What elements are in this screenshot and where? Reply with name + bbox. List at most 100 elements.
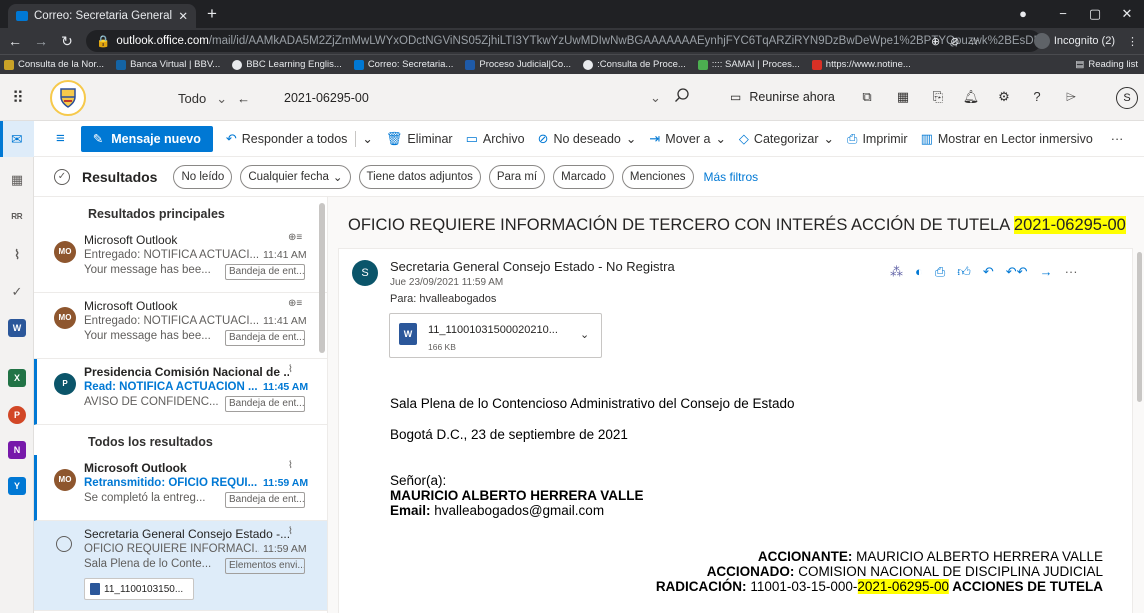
bookmark-label: Consulta de la Nor...: [18, 59, 105, 70]
bookmark-item[interactable]: Proceso Judicial|Co...: [465, 59, 571, 70]
url-path: /mail/id/AAMkADA5M2ZjZmMwLWYxODctNGViNS0…: [208, 35, 1041, 47]
printer-icon[interactable]: ⎙: [935, 264, 945, 280]
message-list-scrollbar[interactable]: [319, 203, 325, 353]
reply-icon[interactable]: ↶: [983, 264, 994, 280]
outlook-header: ⠿ Todo ⌄ ← 2021-06295-00 ⌄ ▭ Reunirse ah…: [0, 74, 1144, 121]
message-row-selected[interactable]: Secretaria General Consejo Estado -... ⌇…: [34, 521, 327, 611]
move-to-button[interactable]: ⇥ Mover a ⌄: [649, 131, 726, 147]
teams-share-icon[interactable]: ⁂: [890, 264, 903, 280]
message-sender: Microsoft Outlook: [84, 233, 178, 247]
filter-chip-flagged[interactable]: Marcado: [553, 164, 614, 189]
calendar-icon[interactable]: ▦: [8, 171, 26, 189]
print-button[interactable]: ⎙ Imprimir: [847, 131, 908, 147]
url-field[interactable]: 🔒 outlook.office.com /mail/id/AAMkADA5M2…: [86, 30, 1041, 52]
reading-pane-scrollbar[interactable]: [1137, 252, 1142, 402]
app-launcher-icon[interactable]: ⠿: [12, 88, 24, 108]
bell-icon[interactable]: 🔔︎: [962, 89, 980, 107]
word-app-icon[interactable]: W: [8, 319, 26, 337]
select-message-checkbox[interactable]: [56, 536, 72, 552]
bookmark-item[interactable]: Banca Virtual | BBV...: [116, 59, 220, 70]
gear-icon[interactable]: ⚙: [995, 89, 1013, 107]
attachment-chip[interactable]: 11_1100103150...: [84, 578, 194, 600]
bookmark-item[interactable]: BBC Learning Englis...: [232, 59, 342, 70]
search-options-chevron-icon[interactable]: ⌄: [650, 90, 661, 106]
teams-icon[interactable]: ⧉: [858, 89, 876, 107]
bookmark-item[interactable]: :Consulta de Proce...: [583, 59, 686, 70]
excel-app-icon[interactable]: X: [8, 369, 26, 387]
help-icon[interactable]: ?: [1028, 89, 1046, 107]
archive-button[interactable]: ▭ Archivo: [466, 131, 525, 147]
more-actions-button[interactable]: ···: [1111, 132, 1124, 146]
zoom-icon[interactable]: ⊕: [931, 35, 940, 48]
search-box[interactable]: [172, 84, 708, 112]
meet-now-button[interactable]: ▭ Reunirse ahora: [730, 90, 835, 104]
reload-icon[interactable]: ↻: [56, 30, 78, 52]
hamburger-menu-icon[interactable]: ≡: [56, 130, 65, 147]
my-day-icon[interactable]: ⎘: [929, 89, 947, 107]
back-icon[interactable]: ←: [4, 30, 26, 52]
more-filters-link[interactable]: Más filtros: [704, 170, 759, 184]
powerpoint-app-icon[interactable]: P: [8, 406, 26, 424]
search-input[interactable]: 2021-06295-00: [284, 91, 369, 105]
bookmark-item[interactable]: https://www.notine...: [811, 59, 911, 70]
menu-kebab-icon[interactable]: ⋮: [1127, 35, 1138, 48]
organization-logo[interactable]: [50, 80, 86, 116]
message-row[interactable]: P Presidencia Comisión Nacional de ... ⌇…: [34, 359, 327, 425]
browser-tab[interactable]: Correo: Secretaria General Conse ✕: [8, 4, 196, 28]
sender-avatar: MO: [54, 241, 76, 263]
reading-list-button[interactable]: ▤ Reading list: [1075, 59, 1138, 70]
junk-button[interactable]: ⊘ No deseado ⌄: [538, 131, 637, 147]
profile-dot-icon[interactable]: ●: [1010, 4, 1036, 24]
categorize-button[interactable]: ◇ Categorizar ⌄: [739, 131, 834, 147]
more-icon[interactable]: ···: [1065, 264, 1078, 280]
reply-options-chevron-icon[interactable]: ⌄: [362, 131, 372, 146]
email-from[interactable]: Secretaria General Consejo Estado - No R…: [390, 259, 675, 274]
incognito-indicator[interactable]: Incognito (2) ⋮: [1033, 33, 1138, 49]
chevron-down-icon[interactable]: ⌄: [580, 328, 589, 341]
minimize-button[interactable]: −: [1050, 4, 1076, 24]
tracking-icon[interactable]: ⊘: [950, 35, 959, 48]
user-avatar[interactable]: S: [1116, 87, 1138, 109]
reply-all-button[interactable]: ↶ Responder a todos: [226, 131, 348, 147]
close-window-button[interactable]: ✕: [1114, 4, 1140, 24]
filter-chip-mentions[interactable]: Menciones: [621, 164, 694, 189]
attachment-rail-icon[interactable]: ⌇: [8, 246, 26, 264]
maximize-button[interactable]: ▢: [1082, 4, 1108, 24]
command-bar: ≡ ✎ Mensaje nuevo ↶ Responder a todos ⌄ 🗑…: [34, 121, 1144, 157]
feedback-icon[interactable]: ⌲: [1062, 89, 1080, 107]
forward-icon[interactable]: →: [1040, 264, 1053, 280]
bookmark-item[interactable]: Correo: Secretaria...: [353, 59, 453, 70]
close-tab-icon[interactable]: ✕: [178, 9, 188, 23]
bookmark-item[interactable]: Consulta de la Nor...: [4, 59, 104, 70]
onenote-app-icon[interactable]: N: [8, 441, 26, 459]
immersive-reader-button[interactable]: ▥ Mostrar en Lector inmersivo: [921, 131, 1093, 147]
filter-chip-to-me[interactable]: Para mí: [488, 164, 546, 189]
rail-mail-button[interactable]: ✉: [0, 121, 34, 157]
immersive-reader-icon[interactable]: ◐: [915, 264, 923, 280]
forward-icon[interactable]: →: [30, 30, 52, 52]
like-icon[interactable]: 👍︎: [957, 264, 971, 280]
filter-chip-attachments[interactable]: Tiene datos adjuntos: [358, 164, 481, 189]
search-scope-dropdown[interactable]: Todo ⌄ ←: [178, 91, 250, 107]
todo-icon[interactable]: ✓: [8, 283, 26, 301]
bookmark-star-icon[interactable]: ☆: [969, 35, 979, 48]
bookmark-item[interactable]: :::: SAMAI | Proces...: [697, 59, 800, 70]
filter-chip-date[interactable]: Cualquier fecha ⌄: [240, 164, 351, 189]
sender-avatar[interactable]: S: [352, 260, 378, 286]
attachment-card[interactable]: W 11_11001031500020210... 166 KB ⌄: [389, 313, 602, 358]
new-message-button[interactable]: ✎ Mensaje nuevo: [80, 125, 213, 152]
message-row[interactable]: MO Microsoft Outlook ⊕≡ Entregado: NOTIF…: [34, 293, 327, 359]
delete-button[interactable]: 🗑︎ Eliminar: [386, 131, 453, 147]
yammer-app-icon[interactable]: Y: [8, 477, 26, 495]
select-all-checkbox[interactable]: ✓: [54, 168, 70, 185]
filter-chip-unread[interactable]: No leído: [173, 164, 233, 189]
people-icon[interactable]: ᴿᴿ: [8, 209, 26, 227]
back-arrow-icon[interactable]: ←: [237, 91, 250, 107]
reply-all-icon[interactable]: ↶↶: [1006, 264, 1028, 280]
search-icon[interactable]: [674, 87, 690, 103]
message-row[interactable]: MO Microsoft Outlook ⌇ Retransmitido: OF…: [34, 455, 327, 521]
word-icon[interactable]: ▦: [894, 89, 912, 107]
message-row[interactable]: MO Microsoft Outlook ⊕≡ Entregado: NOTIF…: [34, 227, 327, 293]
mail-icon: ✉: [11, 131, 23, 147]
new-tab-button[interactable]: +: [202, 5, 222, 25]
